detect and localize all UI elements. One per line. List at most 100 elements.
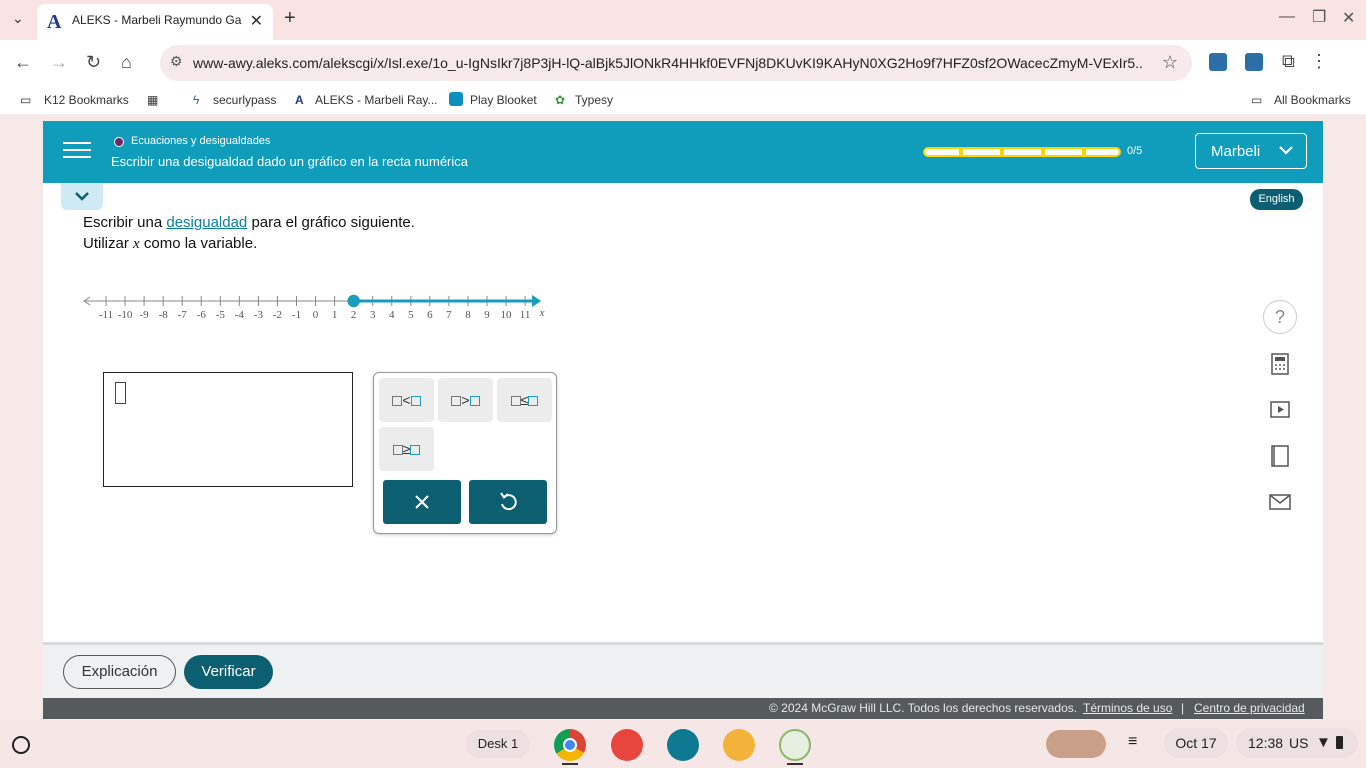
chevron-down-icon [1279, 146, 1293, 155]
all-bookmarks[interactable]: All Bookmarks [1274, 93, 1351, 107]
tick-label: 5 [408, 309, 414, 321]
office-app-icon[interactable] [723, 729, 755, 761]
paint-app-icon[interactable] [611, 729, 643, 761]
tick-label: 9 [484, 309, 490, 321]
greater-equal-key[interactable]: ≥ [379, 427, 434, 471]
restore-icon[interactable]: ❐ [1312, 7, 1326, 27]
copyright-text: © 2024 McGraw Hill LLC. Todos los derech… [769, 701, 1078, 715]
glossary-link-desigualdad[interactable]: desigualdad [166, 214, 247, 231]
chevron-down-icon [75, 192, 89, 201]
playlist-icon[interactable]: ≡ [1128, 733, 1137, 751]
tick-label: -11 [99, 309, 113, 321]
browser-tab[interactable]: A ALEKS - Marbeli Raymundo Ga ✕ [37, 4, 273, 40]
bookmark-blooket[interactable]: Play Blooket [470, 93, 537, 107]
bookmark-aleks[interactable]: ALEKS - Marbeli Ray... [315, 93, 437, 107]
inequality-keypad: < > ≤ ≥ [373, 372, 557, 534]
securly-icon: ϟ [193, 93, 200, 107]
classroom-app-icon[interactable] [667, 729, 699, 761]
key-symbol: ≤ [520, 392, 529, 408]
tick-label: 0 [313, 309, 319, 321]
launcher-icon[interactable] [12, 736, 30, 754]
explanation-button[interactable]: Explicación [63, 655, 176, 689]
extension-lock2-icon[interactable] [1245, 53, 1263, 71]
video-icon[interactable] [1263, 393, 1297, 427]
key-symbol: ≥ [402, 441, 411, 457]
bookmark-k12[interactable]: K12 Bookmarks [44, 93, 129, 107]
chrome-icon[interactable] [554, 729, 586, 761]
instruction-text: Utilizar [83, 235, 134, 252]
clock-time: 12:38 [1248, 735, 1284, 751]
minimize-icon[interactable]: — [1279, 8, 1295, 26]
new-tab-icon[interactable]: + [284, 7, 296, 30]
reload-icon[interactable]: ↻ [86, 52, 101, 73]
collapse-toggle[interactable] [61, 183, 103, 210]
url-text[interactable]: www-awy.aleks.com/alekscgi/x/Isl.exe/1o_… [193, 55, 1143, 71]
tick-label: -6 [197, 309, 207, 321]
terms-link[interactable]: Términos de uso [1083, 701, 1172, 715]
help-icon[interactable]: ? [1263, 300, 1297, 334]
tick-label: 10 [501, 309, 513, 321]
close-icon [415, 495, 429, 509]
close-window-icon[interactable]: ✕ [1342, 8, 1355, 28]
user-menu-button[interactable]: Marbeli [1195, 133, 1307, 169]
footer-separator: | [1181, 701, 1185, 715]
extensions-puzzle-icon[interactable]: ⧉ [1282, 51, 1295, 72]
tick-label: 6 [427, 309, 433, 321]
greater-than-key[interactable]: > [438, 378, 493, 422]
apps-grid-icon[interactable]: ▦ [147, 93, 158, 107]
axis-variable: x [539, 307, 545, 319]
topic-dot-icon [114, 137, 124, 147]
tick-label: -1 [292, 309, 301, 321]
tick-label: -10 [118, 309, 133, 321]
bookmark-securlypass[interactable]: securlypass [213, 93, 276, 107]
less-equal-key[interactable]: ≤ [497, 378, 552, 422]
home-icon[interactable]: ⌂ [121, 52, 132, 73]
undo-button[interactable] [469, 480, 547, 524]
user-name: Marbeli [1211, 143, 1261, 160]
bookmark-star-icon[interactable]: ☆ [1162, 52, 1178, 73]
aleks-bookmark-icon: A [295, 93, 304, 107]
site-info-icon[interactable]: ⚙ [170, 53, 183, 70]
subtopic-title: Escribir una desigualdad dado un gráfico… [111, 154, 468, 169]
back-icon[interactable]: ← [14, 52, 32, 73]
tick-label: -5 [216, 309, 226, 321]
menu-kebab-icon[interactable]: ⋮ [1310, 51, 1328, 72]
mail-icon[interactable] [1263, 485, 1297, 519]
blooket-icon [449, 92, 463, 106]
active-indicator [787, 763, 803, 765]
dictionary-icon[interactable] [1263, 439, 1297, 473]
tick-label: 1 [332, 309, 338, 321]
topic-title: Ecuaciones y desigualdades [131, 135, 271, 147]
bookmark-typesy[interactable]: Typesy [575, 93, 613, 107]
date-tray[interactable]: Oct 17 [1164, 728, 1228, 758]
avatar[interactable] [1046, 730, 1106, 758]
tick-label: 7 [446, 309, 452, 321]
clear-button[interactable] [383, 480, 461, 524]
calculator-icon[interactable] [1263, 347, 1297, 381]
tab-search-chevron-icon[interactable]: ⌄ [12, 10, 24, 27]
typesy-icon: ✿ [555, 93, 566, 107]
all-bookmarks-folder-icon: ▭ [1251, 93, 1263, 107]
endpoint-dot [347, 294, 360, 308]
tick-label: 4 [389, 309, 395, 321]
text-cursor [115, 382, 126, 404]
hamburger-menu-icon[interactable] [63, 137, 91, 165]
instruction-text: Escribir una [83, 214, 167, 231]
verify-button[interactable]: Verificar [184, 655, 273, 689]
address-bar[interactable]: ⚙ www-awy.aleks.com/alekscgi/x/Isl.exe/1… [160, 45, 1192, 81]
extension-lock-icon[interactable] [1209, 53, 1227, 71]
aleks-app-icon[interactable] [779, 729, 811, 761]
tick-label: -9 [140, 309, 150, 321]
answer-input[interactable] [103, 372, 353, 487]
desk-switcher[interactable]: Desk 1 [466, 730, 530, 758]
privacy-link[interactable]: Centro de privacidad [1194, 701, 1305, 715]
less-than-key[interactable]: < [379, 378, 434, 422]
language-toggle[interactable]: English [1250, 189, 1303, 210]
instruction-line-1: Escribir una desigualdad para el gráfico… [83, 214, 415, 231]
forward-icon[interactable]: → [50, 52, 68, 73]
battery-icon [1336, 736, 1343, 749]
close-tab-icon[interactable]: ✕ [250, 11, 263, 31]
progress-count: 0/5 [1127, 145, 1143, 157]
status-tray[interactable]: 12:38 US ▼ [1236, 728, 1358, 758]
tab-title: ALEKS - Marbeli Raymundo Ga [72, 13, 242, 27]
